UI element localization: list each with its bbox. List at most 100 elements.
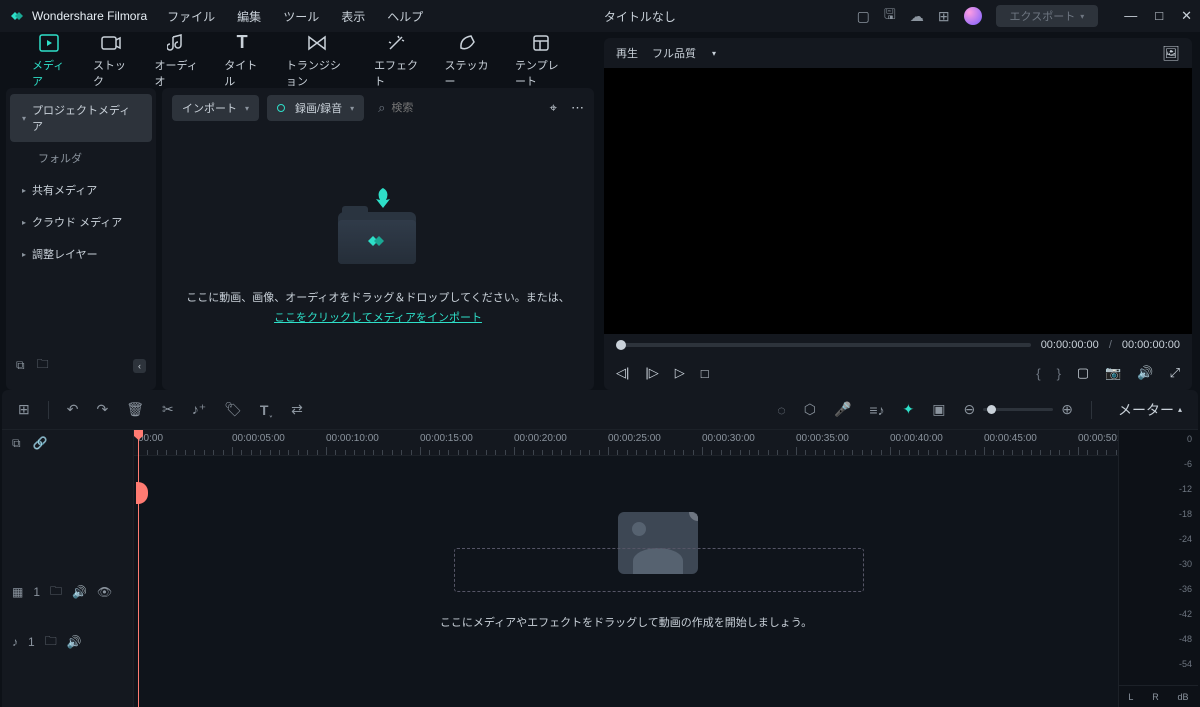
mixer-icon[interactable]: ≡♪: [869, 402, 884, 418]
camera-icon[interactable]: 📷: [1105, 365, 1121, 381]
audio-track-header[interactable]: ♪1 🗀 🔊: [2, 617, 133, 667]
stop-icon[interactable]: □: [701, 366, 709, 381]
undo-icon[interactable]: ↶: [67, 401, 79, 418]
music-edit-icon[interactable]: ♪⁺: [192, 401, 206, 418]
window-maximize-icon[interactable]: □: [1155, 8, 1163, 24]
meter-toggle[interactable]: メーター▴: [1118, 400, 1182, 420]
tab-stickers[interactable]: ステッカー: [433, 26, 501, 95]
zoom-slider[interactable]: [983, 408, 1053, 411]
sidebar-item-cloud-media[interactable]: ▸クラウド メディア: [10, 206, 152, 238]
tab-titles[interactable]: T タイトル: [212, 26, 272, 95]
fullscreen-icon[interactable]: ⤢: [1170, 365, 1180, 381]
time-current: 00:00:00:00: [1041, 339, 1099, 351]
menu-edit[interactable]: 編集: [237, 8, 261, 25]
tab-effects[interactable]: エフェクト: [362, 26, 430, 95]
quality-dropdown[interactable]: フル品質▾: [652, 45, 716, 61]
snapshot-icon[interactable]: 🖼: [1162, 45, 1180, 62]
tab-media[interactable]: メディア: [20, 26, 79, 95]
meter-scale-label: -24: [1179, 534, 1192, 544]
media-drop-zone[interactable]: ここに動画、画像、オーディオをドラッグ＆ドロップしてください。または、 ここをク…: [162, 128, 594, 390]
meter-scale-label: -36: [1179, 584, 1192, 594]
layout-grid-icon[interactable]: ⊞: [18, 401, 30, 418]
mark-out-icon[interactable]: }: [1057, 366, 1061, 381]
render-icon[interactable]: ▣: [932, 401, 945, 418]
window-minimize-icon[interactable]: —: [1124, 8, 1137, 24]
new-bin-icon[interactable]: ⧉: [16, 358, 25, 373]
sidebar-collapse-icon[interactable]: ‹: [133, 359, 146, 373]
add-media-plus-icon[interactable]: +: [689, 512, 698, 521]
more-options-icon[interactable]: ⋯: [571, 100, 584, 116]
tab-audio[interactable]: オーディオ: [142, 26, 210, 95]
user-avatar[interactable]: [964, 7, 982, 25]
sidebar-item-project-media[interactable]: ▾プロジェクトメディア: [10, 94, 152, 142]
mark-in-icon[interactable]: {: [1036, 366, 1040, 381]
timeline-area[interactable]: 00:0000:00:05:0000:00:10:0000:00:15:0000…: [134, 430, 1118, 707]
zoom-in-icon[interactable]: ⊕: [1061, 401, 1073, 418]
zoom-control: ⊖ ⊕: [964, 401, 1073, 418]
effects-icon: [387, 32, 405, 54]
ruler-label: 00:00:30:00: [702, 433, 755, 444]
arrow-down-icon: [372, 186, 394, 210]
search-input[interactable]: [391, 102, 471, 114]
media-panel: メディア ストック オーディオ T タイトル トランジション エフェクト: [0, 32, 600, 390]
monitor-icon[interactable]: ▢: [857, 8, 870, 25]
ruler-label: 00:00:35:00: [796, 433, 849, 444]
link-tracks-icon[interactable]: 🔗: [33, 436, 48, 450]
seek-bar[interactable]: [616, 343, 1031, 347]
import-dropdown[interactable]: インポート▾: [172, 95, 259, 121]
timeline-ruler[interactable]: 00:0000:00:05:0000:00:10:0000:00:15:0000…: [134, 430, 1118, 456]
cloud-upload-icon[interactable]: ☁: [910, 8, 924, 25]
playback-mode[interactable]: 再生: [616, 45, 638, 61]
video-track-header[interactable]: ▦1 🗀 🔊 👁: [2, 567, 133, 617]
mute-audio-icon[interactable]: 🔊: [67, 635, 82, 649]
record-dropdown[interactable]: 録画/録音▾: [267, 95, 364, 121]
menu-file[interactable]: ファイル: [167, 8, 215, 25]
menu-help[interactable]: ヘルプ: [387, 8, 423, 25]
adjust-icon[interactable]: ⇄: [291, 401, 303, 418]
voiceover-icon[interactable]: 🎤: [834, 401, 851, 418]
sidebar-item-shared-media[interactable]: ▸共有メディア: [10, 174, 152, 206]
prev-frame-icon[interactable]: ◁|: [616, 365, 629, 381]
visibility-icon[interactable]: 👁: [97, 585, 112, 599]
lock-audio-icon[interactable]: 🗀: [45, 632, 57, 653]
timeline-copy-icon[interactable]: ⧉: [12, 436, 21, 451]
import-link[interactable]: ここをクリックしてメディアをインポート: [274, 309, 482, 325]
apps-grid-icon[interactable]: ⊞: [938, 8, 950, 25]
next-frame-icon[interactable]: |▷: [645, 365, 658, 381]
delete-icon[interactable]: 🗑: [126, 401, 144, 418]
menu-view[interactable]: 表示: [341, 8, 365, 25]
save-icon[interactable]: 🖫: [884, 4, 896, 28]
magnetic-icon[interactable]: ✦: [903, 401, 915, 418]
stickers-icon: [458, 32, 476, 54]
new-folder-icon[interactable]: 🗀: [37, 355, 49, 376]
tab-stock[interactable]: ストック: [81, 26, 141, 95]
play-icon[interactable]: ▷: [675, 365, 685, 381]
text-tool-icon[interactable]: T˯: [260, 402, 273, 418]
export-button[interactable]: エクスポート▾: [996, 5, 1099, 27]
audio-track-icon: ♪: [12, 635, 18, 649]
tag-icon[interactable]: 🏷: [224, 401, 242, 418]
tab-templates[interactable]: テンプレート: [503, 26, 580, 95]
auto-icon[interactable]: ◌: [777, 402, 785, 418]
drop-instruction-text: ここに動画、画像、オーディオをドラッグ＆ドロップしてください。または、: [186, 289, 570, 305]
menu-tools[interactable]: ツール: [283, 8, 319, 25]
marker-icon[interactable]: ⬡: [804, 401, 816, 418]
meter-scale-label: 0: [1187, 434, 1192, 444]
volume-icon[interactable]: 🔊: [1137, 365, 1153, 381]
tab-transitions[interactable]: トランジション: [274, 26, 360, 95]
redo-icon[interactable]: ↷: [96, 401, 108, 418]
filter-icon[interactable]: ⌖: [550, 100, 557, 116]
display-icon[interactable]: ▢: [1077, 365, 1089, 381]
sidebar-item-adjustment-layer[interactable]: ▸調整レイヤー: [10, 238, 152, 270]
preview-canvas[interactable]: [604, 68, 1192, 334]
document-title: タイトルなし: [423, 8, 856, 25]
sidebar-item-folder[interactable]: フォルダ: [10, 142, 152, 174]
filmora-logo-icon: [366, 230, 388, 252]
timeline-drop-zone[interactable]: [454, 548, 864, 592]
playhead[interactable]: [138, 430, 139, 707]
zoom-out-icon[interactable]: ⊖: [964, 401, 976, 418]
window-close-icon[interactable]: ✕: [1181, 8, 1192, 24]
lock-icon[interactable]: 🗀: [50, 582, 62, 603]
mute-video-icon[interactable]: 🔊: [72, 585, 87, 599]
split-icon[interactable]: ✂: [162, 401, 174, 418]
